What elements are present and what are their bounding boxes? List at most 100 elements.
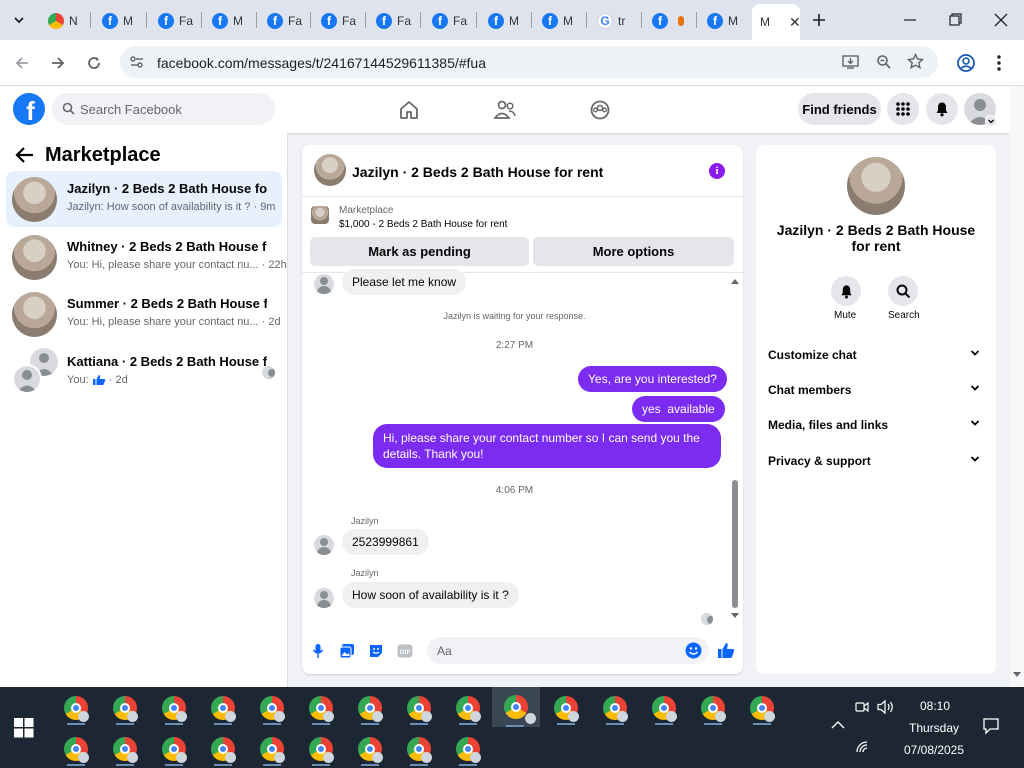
menu-button[interactable] (887, 93, 919, 125)
microphone-icon[interactable] (310, 643, 326, 659)
mute-button[interactable] (831, 276, 861, 306)
photo-icon[interactable] (339, 643, 355, 659)
chrome-taskbar-app[interactable] (206, 691, 240, 725)
chrome-taskbar-app[interactable] (598, 691, 632, 725)
back-arrow-button[interactable] (15, 146, 35, 164)
windows-start-icon[interactable] (14, 718, 34, 738)
chat-members-section[interactable]: Chat members (768, 383, 984, 397)
browser-tab[interactable]: Gtr (589, 8, 637, 34)
chrome-taskbar-app[interactable] (696, 691, 730, 725)
conversation-item[interactable]: Kattiana · 2 Beds 2 Bath House f... You:… (6, 344, 282, 400)
minimize-window-button[interactable] (900, 10, 920, 30)
browser-tab[interactable]: f Fa (368, 8, 416, 34)
mark-as-pending-button[interactable]: Mark as pending (310, 237, 529, 266)
chrome-taskbar-app-active[interactable] (492, 687, 540, 727)
restore-window-button[interactable] (945, 10, 965, 30)
chrome-taskbar-app[interactable] (451, 691, 485, 725)
address-bar[interactable]: facebook.com/messages/t/2416714452961138… (120, 46, 938, 78)
chrome-taskbar-app[interactable] (304, 691, 338, 725)
conversation-item[interactable]: Jazilyn · 2 Beds 2 Bath House for r... J… (6, 171, 282, 227)
zoom-icon[interactable] (876, 54, 892, 70)
chrome-taskbar-app[interactable] (647, 691, 681, 725)
find-friends-button[interactable]: Find friends (798, 93, 881, 125)
chrome-taskbar-app[interactable] (108, 732, 142, 766)
privacy-support-section[interactable]: Privacy & support (768, 454, 984, 468)
browser-tab[interactable]: f Fa (424, 8, 472, 34)
new-tab-button[interactable] (810, 11, 828, 29)
chrome-taskbar-app[interactable] (745, 691, 779, 725)
browser-tab[interactable]: f Fa (259, 8, 307, 34)
profile-icon[interactable] (956, 53, 976, 73)
reload-button[interactable] (82, 51, 106, 75)
browser-tab[interactable]: fM (204, 8, 252, 34)
browser-tab[interactable]: fM (480, 8, 528, 34)
chrome-taskbar-app[interactable] (402, 732, 436, 766)
chat-scrollbar-thumb[interactable] (732, 480, 738, 608)
scroll-up-icon[interactable] (731, 278, 739, 284)
message-input[interactable]: Aa (427, 637, 709, 664)
close-window-button[interactable] (991, 10, 1011, 30)
install-app-icon[interactable] (842, 54, 860, 70)
forward-button[interactable] (46, 51, 70, 75)
browser-tab[interactable]: f Fa (313, 8, 361, 34)
back-button[interactable] (10, 51, 34, 75)
meet-now-icon[interactable] (855, 700, 869, 714)
bookmark-star-icon[interactable] (907, 53, 924, 70)
chrome-taskbar-app[interactable] (59, 691, 93, 725)
chrome-taskbar-app[interactable] (353, 691, 387, 725)
home-nav-icon[interactable] (398, 99, 420, 121)
tab-search-button[interactable] (8, 9, 30, 31)
notifications-button[interactable] (926, 93, 958, 125)
volume-icon[interactable] (877, 699, 895, 715)
scroll-down-icon[interactable] (1013, 672, 1021, 678)
browser-menu-icon[interactable] (996, 53, 1002, 73)
browser-tab[interactable]: fM (534, 8, 582, 34)
friends-nav-icon[interactable] (493, 99, 517, 121)
chrome-taskbar-app[interactable] (255, 691, 289, 725)
conversation-item[interactable]: Whitney · 2 Beds 2 Bath House for... You… (6, 229, 287, 285)
chrome-taskbar-app[interactable] (402, 691, 436, 725)
clock-time[interactable]: 08:10 (905, 699, 965, 713)
browser-tab[interactable]: fM (94, 8, 142, 34)
groups-nav-icon[interactable] (589, 99, 611, 121)
chrome-taskbar-app[interactable] (451, 732, 485, 766)
browser-tab[interactable]: fM (699, 8, 747, 34)
close-tab-icon[interactable]: ✕ (789, 14, 801, 31)
scroll-down-icon[interactable] (731, 613, 739, 619)
chat-title[interactable]: Jazilyn · 2 Beds 2 Bath House for rent (352, 164, 603, 180)
customize-chat-section[interactable]: Customize chat (768, 348, 984, 362)
network-icon[interactable] (856, 741, 870, 753)
chrome-taskbar-app[interactable] (157, 732, 191, 766)
clock-date[interactable]: 07/08/2025 (900, 743, 968, 757)
facebook-search-input[interactable]: Search Facebook (52, 93, 275, 125)
emoji-icon[interactable] (685, 642, 702, 659)
notification-center-icon[interactable] (982, 717, 1000, 735)
chrome-taskbar-app[interactable] (304, 732, 338, 766)
more-options-button[interactable]: More options (533, 237, 734, 266)
conversation-item[interactable]: Summer · 2 Beds 2 Bath House for... You:… (6, 286, 282, 342)
chrome-taskbar-app[interactable] (206, 732, 240, 766)
chrome-taskbar-app[interactable] (108, 691, 142, 725)
site-settings-icon[interactable] (129, 54, 145, 70)
page-scrollbar[interactable] (1010, 86, 1024, 687)
like-send-icon[interactable] (717, 641, 735, 659)
chrome-taskbar-app[interactable] (157, 691, 191, 725)
browser-tab[interactable]: f (644, 8, 692, 34)
chrome-taskbar-app[interactable] (353, 732, 387, 766)
chrome-taskbar-app[interactable] (255, 732, 289, 766)
chrome-taskbar-app[interactable] (59, 732, 93, 766)
info-icon[interactable]: i (709, 163, 725, 179)
sticker-icon[interactable] (368, 643, 384, 659)
clock-day[interactable]: Thursday (900, 721, 968, 735)
chrome-taskbar-app[interactable] (549, 691, 583, 725)
gif-icon[interactable]: GIF (397, 643, 413, 659)
account-chevron-icon[interactable] (985, 115, 997, 127)
browser-tab[interactable]: f Fa (150, 8, 198, 34)
contact-avatar[interactable] (847, 157, 905, 215)
facebook-logo-icon[interactable]: f (13, 93, 45, 125)
browser-tab[interactable]: N (40, 8, 84, 34)
search-in-chat-button[interactable] (888, 276, 918, 306)
chat-avatar[interactable] (314, 154, 346, 186)
show-hidden-icons-button[interactable] (831, 720, 845, 730)
browser-tab-active[interactable]: M ✕ (752, 4, 801, 40)
